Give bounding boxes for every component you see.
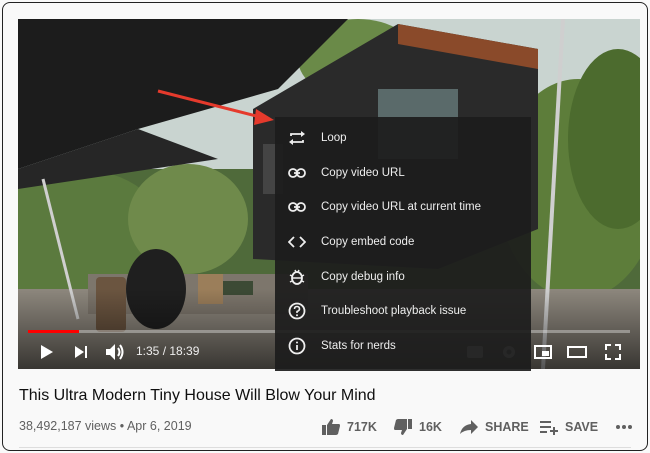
link-icon — [287, 163, 307, 183]
play-button[interactable] — [36, 341, 58, 363]
theater-mode-button[interactable] — [566, 341, 588, 363]
bug-icon — [287, 267, 307, 287]
time-separator: / — [159, 344, 170, 358]
menu-item-label: Copy video URL — [321, 166, 405, 179]
menu-item-loop[interactable]: Loop — [275, 121, 531, 156]
play-icon — [41, 345, 53, 359]
share-button[interactable]: SHARE — [459, 416, 529, 438]
question-icon — [287, 301, 307, 321]
thumbs-down-icon — [394, 419, 412, 435]
player-context-menu: Loop Copy video URL Copy video URL at cu… — [275, 117, 531, 371]
thumbs-up-icon — [322, 419, 340, 435]
share-label: SHARE — [485, 420, 529, 434]
next-button[interactable] — [70, 341, 92, 363]
like-button[interactable]: 717K — [321, 416, 377, 438]
menu-item-copy-embed-code[interactable]: Copy embed code — [275, 225, 531, 260]
link-icon — [287, 197, 307, 217]
more-actions-button[interactable] — [615, 416, 633, 438]
embed-code-icon — [287, 232, 307, 252]
miniplayer-button[interactable] — [532, 341, 554, 363]
duration: 18:39 — [169, 344, 200, 358]
info-icon — [287, 336, 307, 356]
menu-item-label: Loop — [321, 132, 347, 145]
screenshot-frame: 1:35 / 18:39 Loop Copy video URL Copy vi… — [2, 2, 648, 451]
volume-button[interactable] — [104, 341, 126, 363]
menu-item-stats-for-nerds[interactable]: Stats for nerds — [275, 329, 531, 364]
fullscreen-icon — [605, 344, 621, 360]
volume-icon — [106, 344, 124, 360]
save-label: SAVE — [565, 420, 599, 434]
like-count: 717K — [347, 420, 377, 434]
save-button[interactable]: SAVE — [539, 416, 598, 438]
upload-date: Apr 6, 2019 — [126, 419, 192, 433]
current-time: 1:35 — [136, 344, 160, 358]
playlist-add-icon — [540, 421, 558, 435]
menu-item-troubleshoot[interactable]: Troubleshoot playback issue — [275, 294, 531, 329]
menu-item-copy-video-url-at-time[interactable]: Copy video URL at current time — [275, 190, 531, 225]
dislike-button[interactable]: 16K — [393, 416, 442, 438]
skip-next-icon — [75, 346, 87, 358]
theater-mode-icon — [567, 346, 587, 358]
view-count: 38,492,187 views — [19, 419, 117, 433]
menu-item-label: Troubleshoot playback issue — [321, 305, 467, 318]
miniplayer-icon — [534, 345, 552, 359]
menu-item-label: Stats for nerds — [321, 339, 396, 352]
fullscreen-button[interactable] — [602, 341, 624, 363]
meta-separator: • — [119, 419, 125, 433]
menu-item-label: Copy debug info — [321, 270, 405, 283]
menu-item-label: Copy embed code — [321, 236, 415, 249]
menu-item-label: Copy video URL at current time — [321, 201, 482, 214]
share-icon — [460, 420, 478, 434]
video-meta: 38,492,187 views • Apr 6, 2019 — [19, 419, 192, 433]
divider — [19, 447, 631, 448]
loop-icon — [287, 128, 307, 148]
menu-item-copy-video-url[interactable]: Copy video URL — [275, 156, 531, 191]
menu-item-copy-debug-info[interactable]: Copy debug info — [275, 259, 531, 294]
more-horizontal-icon — [616, 425, 632, 429]
video-title: This Ultra Modern Tiny House Will Blow Y… — [19, 387, 376, 404]
dislike-count: 16K — [419, 420, 442, 434]
time-display: 1:35 / 18:39 — [136, 344, 199, 358]
